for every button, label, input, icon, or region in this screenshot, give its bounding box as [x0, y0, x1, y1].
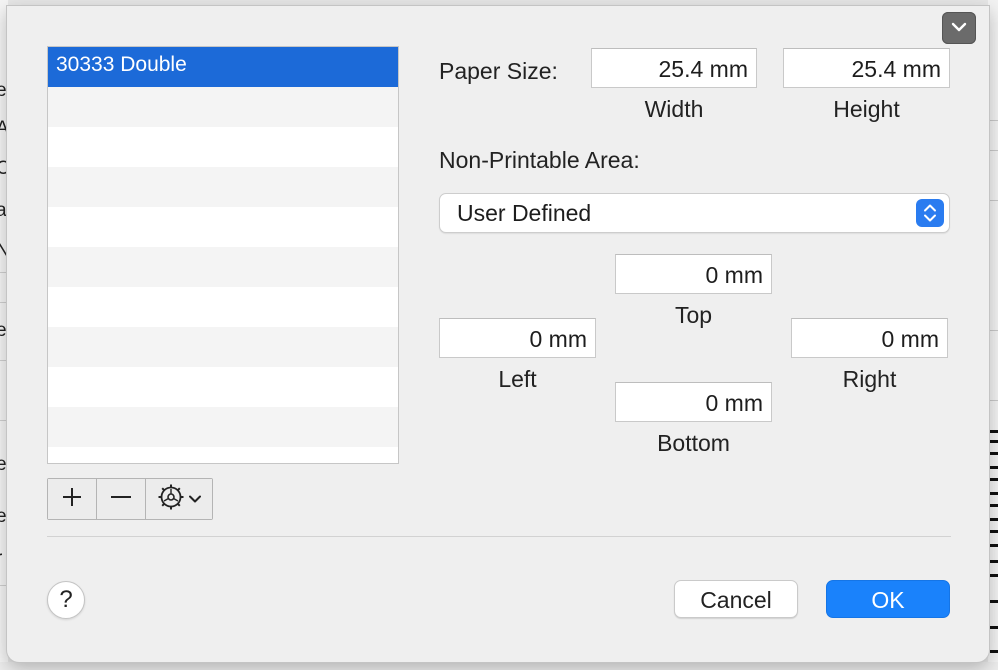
- margin-bottom-field[interactable]: 0 mm: [615, 382, 772, 422]
- list-row-empty: [48, 407, 398, 447]
- bottom-caption: Bottom: [657, 430, 730, 456]
- list-row-empty: [48, 327, 398, 367]
- list-row-empty: [48, 167, 398, 207]
- cancel-button[interactable]: Cancel: [674, 580, 798, 618]
- plus-icon: [62, 487, 82, 512]
- paper-width-field[interactable]: 25.4 mm: [591, 48, 757, 88]
- gear-icon: [157, 483, 185, 516]
- top-caption: Top: [674, 302, 713, 328]
- list-controls: [47, 478, 213, 520]
- margin-top-field[interactable]: 0 mm: [615, 254, 772, 294]
- left-caption: Left: [498, 366, 537, 392]
- non-printable-area-popup[interactable]: User Defined: [439, 193, 950, 233]
- popup-selected-value: User Defined: [457, 200, 592, 226]
- width-caption: Width: [644, 96, 704, 122]
- remove-button[interactable]: [97, 479, 146, 519]
- collapse-button[interactable]: [942, 12, 976, 44]
- background-window-right: [988, 0, 998, 670]
- non-printable-area-label: Non-Printable Area:: [439, 147, 640, 173]
- list-item-selected[interactable]: 30333 Double: [48, 47, 398, 87]
- add-button[interactable]: [48, 479, 97, 519]
- list-row-empty: [48, 207, 398, 247]
- list-row-empty: [48, 87, 398, 127]
- height-caption: Height: [833, 96, 900, 122]
- minus-icon: [110, 487, 132, 512]
- list-row-empty: [48, 367, 398, 407]
- list-row-empty: [48, 127, 398, 167]
- list-row-empty: [48, 247, 398, 287]
- ok-button[interactable]: OK: [826, 580, 950, 618]
- list-item-label: 30333 Double: [56, 53, 187, 76]
- divider: [47, 536, 951, 537]
- paper-list[interactable]: 30333 Double: [47, 46, 399, 464]
- action-menu-button[interactable]: [146, 479, 212, 519]
- list-row-empty: [48, 447, 398, 463]
- chevron-down-icon: [189, 490, 201, 508]
- right-caption: Right: [842, 366, 897, 392]
- paper-size-label: Paper Size:: [439, 58, 558, 84]
- up-down-arrows-icon: [916, 199, 944, 227]
- chevron-down-icon: [951, 19, 967, 37]
- paper-height-field[interactable]: 25.4 mm: [783, 48, 950, 88]
- margin-left-field[interactable]: 0 mm: [439, 318, 596, 358]
- background-window-bottom: [0, 662, 998, 670]
- margin-right-field[interactable]: 0 mm: [791, 318, 948, 358]
- list-row-empty: [48, 287, 398, 327]
- paper-size-sheet: 30333 Double Paper Size: 25.4 mm Width 2…: [7, 6, 989, 662]
- help-button[interactable]: ?: [47, 581, 85, 619]
